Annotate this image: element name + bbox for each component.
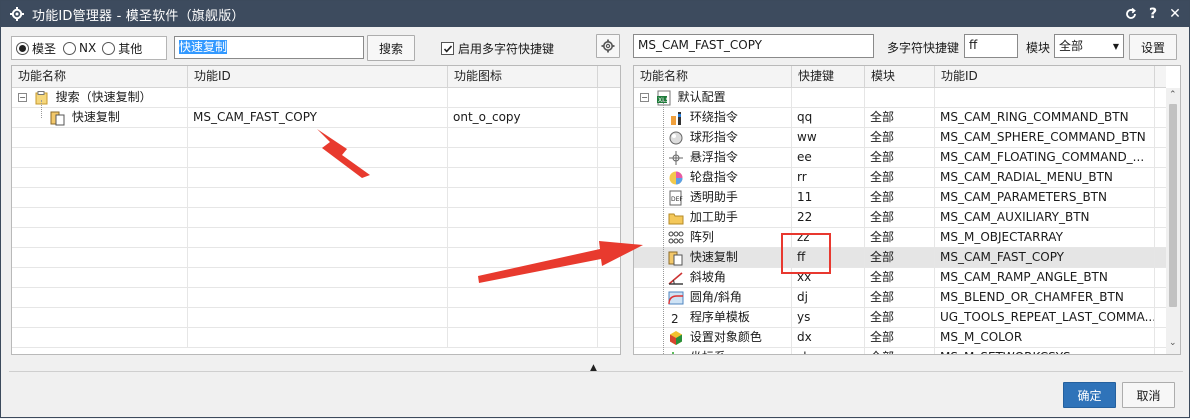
cancel-button[interactable]: 取消 (1122, 382, 1175, 408)
arrow-left-annotation (317, 129, 370, 178)
arrow-right-annotation (478, 241, 643, 283)
annotation-arrows (317, 129, 643, 283)
ok-button[interactable]: 确定 (1063, 382, 1116, 408)
dialog-window: 功能ID管理器 - 模圣软件（旗舰版） ? ✕ 模圣 NX 其他 快速复制 搜索… (0, 0, 1190, 418)
footer-divider (9, 371, 1183, 372)
